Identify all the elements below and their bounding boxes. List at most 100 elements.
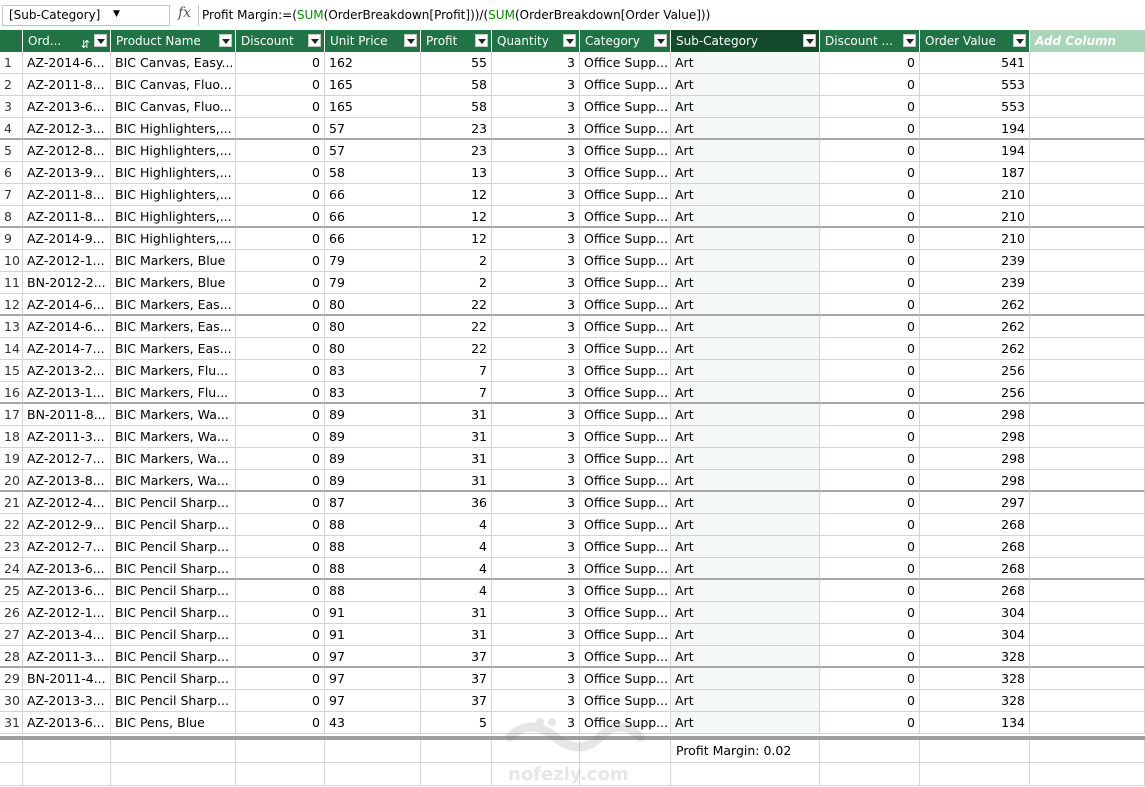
order-value-cell[interactable]: 134 <box>920 712 1030 734</box>
product-name-cell[interactable]: BIC Canvas, Fluo... <box>111 74 236 96</box>
quantity-cell[interactable]: 3 <box>492 514 580 536</box>
calc-area-cell[interactable] <box>492 740 580 763</box>
add-column-cell[interactable] <box>1030 228 1145 250</box>
calc-area-cell[interactable] <box>1030 740 1145 763</box>
quantity-cell[interactable]: 3 <box>492 184 580 206</box>
product-name-cell[interactable]: BIC Highlighters,... <box>111 206 236 228</box>
sub-category-cell[interactable]: Art <box>671 140 820 162</box>
table-row[interactable]: 21 AZ-2012-4... BIC Pencil Sharp... 0 87 36 3 O… <box>0 492 1145 514</box>
unit-price-cell[interactable]: 91 <box>325 624 421 646</box>
order-id-cell[interactable]: AZ-2012-1... <box>23 602 111 624</box>
quantity-cell[interactable]: 3 <box>492 426 580 448</box>
function-icon[interactable]: fx <box>178 5 191 21</box>
quantity-cell[interactable]: 3 <box>492 382 580 404</box>
profit-cell[interactable]: 12 <box>421 206 492 228</box>
discount-pct-cell[interactable]: 0 <box>820 272 920 294</box>
order-id-cell[interactable]: AZ-2013-1... <box>23 382 111 404</box>
add-column-header[interactable]: Add Column <box>1030 30 1145 52</box>
sub-category-cell[interactable]: Art <box>671 690 820 712</box>
quantity-cell[interactable]: 3 <box>492 272 580 294</box>
quantity-cell[interactable]: 3 <box>492 580 580 602</box>
category-cell[interactable]: Office Supp... <box>580 646 671 668</box>
sub-category-cell[interactable]: Art <box>671 602 820 624</box>
order-value-cell[interactable]: 239 <box>920 250 1030 272</box>
filter-dropdown-icon[interactable] <box>308 34 321 47</box>
order-id-cell[interactable]: AZ-2013-4... <box>23 624 111 646</box>
quantity-cell[interactable]: 3 <box>492 162 580 184</box>
product-name-cell[interactable]: BIC Pens, Blue <box>111 712 236 734</box>
discount-pct-cell[interactable]: 0 <box>820 382 920 404</box>
discount-pct-cell[interactable]: 0 <box>820 558 920 580</box>
discount-cell[interactable]: 0 <box>236 492 325 514</box>
product-name-cell[interactable]: BIC Markers, Wa... <box>111 426 236 448</box>
discount-pct-cell[interactable]: 0 <box>820 404 920 426</box>
product-name-cell[interactable]: BIC Markers, Wa... <box>111 404 236 426</box>
category-cell[interactable]: Office Supp... <box>580 228 671 250</box>
add-column-cell[interactable] <box>1030 96 1145 118</box>
discount-pct-cell[interactable]: 0 <box>820 206 920 228</box>
profit-cell[interactable]: 58 <box>421 74 492 96</box>
sub-category-cell[interactable]: Art <box>671 492 820 514</box>
quantity-cell[interactable]: 3 <box>492 602 580 624</box>
discount-pct-cell[interactable]: 0 <box>820 426 920 448</box>
order-id-cell[interactable]: AZ-2013-9... <box>23 162 111 184</box>
product-name-cell[interactable]: BIC Highlighters,... <box>111 118 236 140</box>
unit-price-cell[interactable]: 79 <box>325 272 421 294</box>
filter-dropdown-icon[interactable] <box>219 34 232 47</box>
product-name-cell[interactable]: BIC Markers, Wa... <box>111 448 236 470</box>
product-name-cell[interactable]: BIC Pencil Sharp... <box>111 536 236 558</box>
add-column-cell[interactable] <box>1030 140 1145 162</box>
category-cell[interactable]: Office Supp... <box>580 294 671 316</box>
profit-cell[interactable]: 12 <box>421 184 492 206</box>
profit-cell[interactable]: 55 <box>421 52 492 74</box>
order-id-cell[interactable]: AZ-2011-3... <box>23 646 111 668</box>
discount-cell[interactable]: 0 <box>236 712 325 734</box>
order-value-cell[interactable]: 194 <box>920 118 1030 140</box>
quantity-cell[interactable]: 3 <box>492 360 580 382</box>
quantity-cell[interactable]: 3 <box>492 712 580 734</box>
unit-price-cell[interactable]: 66 <box>325 228 421 250</box>
quantity-cell[interactable]: 3 <box>492 228 580 250</box>
product-name-cell[interactable]: BIC Highlighters,... <box>111 184 236 206</box>
calc-area-cell[interactable] <box>236 740 325 763</box>
sub-category-cell[interactable]: Art <box>671 338 820 360</box>
discount-pct-cell[interactable]: 0 <box>820 690 920 712</box>
discount-pct-cell[interactable]: 0 <box>820 316 920 338</box>
category-cell[interactable]: Office Supp... <box>580 118 671 140</box>
order-value-cell[interactable]: 268 <box>920 514 1030 536</box>
product-name-cell[interactable]: BIC Markers, Wa... <box>111 470 236 492</box>
product-name-cell[interactable]: BIC Markers, Blue <box>111 272 236 294</box>
add-column-cell[interactable] <box>1030 184 1145 206</box>
table-row[interactable]: 22 AZ-2012-9... BIC Pencil Sharp... 0 88 4 3 Of… <box>0 514 1145 536</box>
discount-pct-cell[interactable]: 0 <box>820 470 920 492</box>
discount-cell[interactable]: 0 <box>236 448 325 470</box>
order-id-cell[interactable]: AZ-2014-6... <box>23 316 111 338</box>
discount-pct-cell[interactable]: 0 <box>820 360 920 382</box>
sub-category-cell[interactable]: Art <box>671 404 820 426</box>
sub-category-cell[interactable]: Art <box>671 536 820 558</box>
order-id-cell[interactable]: AZ-2013-2... <box>23 360 111 382</box>
table-row[interactable]: 10 AZ-2012-1... BIC Markers, Blue 0 79 2 3 Offi… <box>0 250 1145 272</box>
discount-pct-cell[interactable]: 0 <box>820 228 920 250</box>
order-value-cell[interactable]: 304 <box>920 602 1030 624</box>
discount-cell[interactable]: 0 <box>236 338 325 360</box>
category-cell[interactable]: Office Supp... <box>580 360 671 382</box>
unit-price-cell[interactable]: 57 <box>325 140 421 162</box>
unit-price-cell[interactable]: 91 <box>325 602 421 624</box>
product-name-cell[interactable]: BIC Highlighters,... <box>111 228 236 250</box>
add-column-cell[interactable] <box>1030 536 1145 558</box>
profit-cell[interactable]: 36 <box>421 492 492 514</box>
order-value-cell[interactable]: 328 <box>920 646 1030 668</box>
order-id-cell[interactable]: AZ-2012-9... <box>23 514 111 536</box>
order-value-cell[interactable]: 262 <box>920 316 1030 338</box>
calc-area-cell[interactable] <box>820 763 920 786</box>
category-cell[interactable]: Office Supp... <box>580 52 671 74</box>
quantity-cell[interactable]: 3 <box>492 404 580 426</box>
discount-pct-cell[interactable]: 0 <box>820 712 920 734</box>
calc-area-cell[interactable] <box>421 763 492 786</box>
category-cell[interactable]: Office Supp... <box>580 338 671 360</box>
profit-cell[interactable]: 4 <box>421 580 492 602</box>
order-value-cell[interactable]: 187 <box>920 162 1030 184</box>
discount-pct-cell[interactable]: 0 <box>820 602 920 624</box>
discount-pct-cell[interactable]: 0 <box>820 140 920 162</box>
